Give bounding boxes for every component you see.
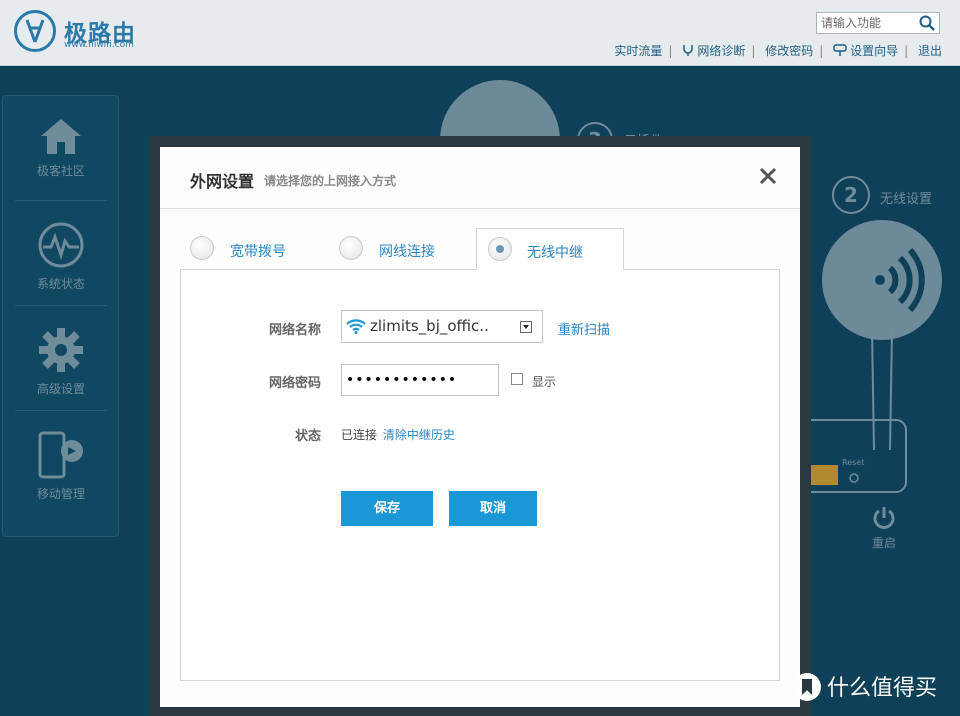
logo-url: www.hiwifi.com (64, 40, 134, 50)
power-icon (873, 507, 895, 529)
router-illustration (800, 330, 907, 493)
search-box (816, 12, 940, 34)
cancel-button[interactable]: 取消 (449, 491, 537, 526)
watermark: 什么值得买 (793, 670, 937, 702)
wireless-icon (875, 247, 925, 313)
sidebar-item-label: 移动管理 (36, 487, 85, 501)
sidebar: 极客社区 系统状态 高级设置 移动管理 (2, 95, 119, 537)
reboot-button[interactable]: 重启 (864, 505, 904, 551)
show-password-label: 显示 (532, 375, 557, 389)
sidebar-item-label: 系统状态 (36, 277, 85, 291)
wireless-disk (822, 220, 942, 340)
sidebar-item-status[interactable]: 系统状态 (15, 201, 107, 306)
search-icon[interactable] (919, 15, 935, 35)
ssid-value: zlimits_bj_offic.. (370, 317, 489, 335)
gear-icon (39, 328, 83, 372)
save-button[interactable]: 保存 (341, 491, 433, 526)
status-row: 已连接 清除中继历史 (341, 426, 455, 443)
password-field-box (341, 364, 499, 396)
wan-settings-dialog: 外网设置 请选择您的上网接入方式 宽带拨号 网线连接 无线中继 网络名称 zli… (160, 147, 800, 707)
wizard-icon (833, 44, 847, 60)
sidebar-item-mobile[interactable]: 移动管理 (15, 411, 107, 515)
ssid-label: 网络名称 (268, 323, 321, 338)
password-label: 网络密码 (268, 376, 321, 391)
sidebar-item-community[interactable]: 极客社区 (15, 96, 107, 201)
link-logout[interactable]: 退出 (918, 44, 942, 58)
show-password-checkbox[interactable] (511, 373, 523, 385)
pulse-icon (38, 222, 84, 268)
reset-label: Reset (842, 458, 865, 467)
tab-cable[interactable]: 网线连接 (329, 229, 477, 269)
wifi-icon (346, 318, 366, 338)
search-input[interactable] (817, 13, 917, 33)
radio-pppoe[interactable] (190, 236, 214, 260)
password-field[interactable] (342, 365, 498, 395)
sidebar-item-advanced[interactable]: 高级设置 (15, 306, 107, 411)
tab-label: 宽带拨号 (230, 244, 286, 260)
link-diagnose[interactable]: 网络诊断 (697, 44, 745, 58)
dialog-subtitle: 请选择您的上网接入方式 (264, 174, 397, 188)
stethoscope-icon (682, 44, 694, 60)
divider (160, 208, 800, 209)
radio-cable[interactable] (339, 236, 363, 260)
sidebar-item-label: 极客社区 (36, 164, 85, 178)
watermark-text: 什么值得买 (827, 676, 938, 701)
link-traffic[interactable]: 实时流量 (614, 44, 662, 58)
top-header: 极路由 www.hiwifi.com 实时流量| 网络诊断| 修改密码| 设置向… (0, 0, 960, 66)
tab-pppoe[interactable]: 宽带拨号 (180, 229, 328, 269)
logo-icon[interactable] (14, 10, 56, 52)
ssid-select[interactable]: zlimits_bj_offic.. (341, 310, 543, 343)
tab-label: 网线连接 (379, 244, 435, 260)
link-change-password[interactable]: 修改密码 (765, 44, 813, 58)
chevron-down-icon[interactable] (520, 321, 532, 333)
mobile-icon (38, 431, 83, 479)
step-2-circle: 2 (832, 176, 870, 214)
home-icon (41, 119, 81, 154)
close-icon[interactable] (759, 167, 777, 185)
link-setup-wizard[interactable]: 设置向导 (850, 44, 898, 58)
status-label: 状态 (294, 429, 321, 444)
tab-label: 无线中继 (527, 245, 583, 261)
rescan-link[interactable]: 重新扫描 (558, 319, 610, 338)
tab-wireless-repeater[interactable]: 无线中继 (476, 228, 624, 270)
clear-history-link[interactable]: 清除中继历史 (383, 428, 455, 442)
radio-wireless-repeater[interactable] (488, 237, 512, 261)
watermark-logo-icon (793, 673, 821, 701)
tab-joiner (477, 267, 623, 271)
status-value: 已连接 (341, 428, 378, 442)
dialog-title: 外网设置 (190, 172, 255, 191)
sidebar-item-label: 高级设置 (36, 382, 85, 396)
reboot-label: 重启 (871, 536, 896, 550)
step-2-label: 无线设置 (880, 192, 933, 207)
top-links: 实时流量 | 网络诊断 | 修改密码 | 设置向导 | 退出 (614, 44, 942, 60)
